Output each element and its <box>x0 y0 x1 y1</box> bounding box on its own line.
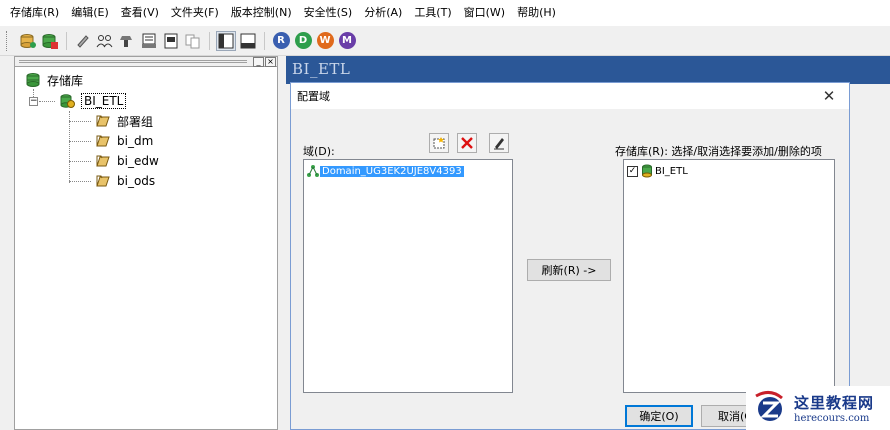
document-title: BI_ETL <box>292 60 351 78</box>
workflow-manager-button[interactable]: W <box>315 31 335 51</box>
watermark: 这里教程网 herecours.com <box>746 386 890 430</box>
tree-folder-bi-edw[interactable]: bi_edw <box>95 152 159 170</box>
connect-repository-icon[interactable] <box>18 31 38 51</box>
lock-icon[interactable] <box>117 31 137 51</box>
users-icon[interactable] <box>95 31 115 51</box>
collapse-repo-icon[interactable]: − <box>29 97 38 106</box>
report-icon[interactable] <box>161 31 181 51</box>
pencil-icon <box>494 138 504 150</box>
new-item-icon <box>433 137 445 149</box>
domain-list[interactable]: Domain_UG3EK2UJE8V4393 <box>303 159 513 393</box>
toolbar-separator <box>209 31 210 50</box>
ok-button[interactable]: 确定(O) <box>625 405 693 427</box>
folder-label: bi_edw <box>117 154 159 168</box>
workflow-monitor-button[interactable]: M <box>337 31 357 51</box>
menu-security[interactable]: 安全性(S) <box>298 0 359 26</box>
folder-label: bi_ods <box>117 174 156 188</box>
repositories-icon <box>26 73 40 87</box>
menu-help[interactable]: 帮助(H) <box>511 0 562 26</box>
remove-domain-button[interactable] <box>457 133 477 153</box>
folder-icon <box>96 135 110 147</box>
repository-list[interactable]: ✓ BI_ETL <box>623 159 835 393</box>
toolbar-grip[interactable] <box>6 31 10 51</box>
repository-manager-button[interactable]: R <box>271 31 291 51</box>
folder-label: bi_dm <box>117 134 154 148</box>
navigator-header: _ × <box>15 57 277 67</box>
list-item[interactable]: ✓ BI_ETL <box>627 163 688 179</box>
domain-node-icon <box>307 165 319 177</box>
delete-icon <box>461 137 473 149</box>
menu-analyze[interactable]: 分析(A) <box>358 0 408 26</box>
d-circle-icon: D <box>294 32 312 49</box>
tree-root-label: 存储库 <box>47 73 84 88</box>
folder-icon <box>96 115 110 127</box>
menu-bar: 存储库(R) 编辑(E) 查看(V) 文件夹(F) 版本控制(N) 安全性(S)… <box>0 0 890 26</box>
toolbar-separator <box>264 31 265 50</box>
workspace: BI_ETL 配置域 ✕ 域(D): Domain_UG3EK2UJE8V439… <box>286 56 890 430</box>
designer-button[interactable]: D <box>293 31 313 51</box>
add-domain-button[interactable] <box>429 133 449 153</box>
close-panel-icon[interactable]: × <box>265 57 276 67</box>
menu-window[interactable]: 窗口(W) <box>458 0 511 26</box>
folder-icon <box>96 175 110 187</box>
edit-domain-button[interactable] <box>489 133 509 153</box>
menu-repository[interactable]: 存储库(R) <box>4 0 65 26</box>
refresh-button[interactable]: 刷新(R) -> <box>527 259 611 281</box>
menu-tools[interactable]: 工具(T) <box>408 0 457 26</box>
menu-version-control[interactable]: 版本控制(N) <box>225 0 298 26</box>
menu-view[interactable]: 查看(V) <box>115 0 165 26</box>
tree-root-repositories[interactable]: 存储库 <box>25 71 83 89</box>
repository-navigator: _ × 存储库 − BI_ETL 部署组 bi_dm bi_edw bi_ods <box>14 56 278 430</box>
tree-folder-bi-dm[interactable]: bi_dm <box>95 132 153 150</box>
menu-folder[interactable]: 文件夹(F) <box>165 0 225 26</box>
tree-repo-bi-etl[interactable]: BI_ETL <box>59 92 127 110</box>
repository-connected-icon <box>60 94 75 108</box>
print-icon[interactable] <box>139 31 159 51</box>
repo-item-label: BI_ETL <box>655 165 688 177</box>
list-item[interactable]: Domain_UG3EK2UJE8V4393 <box>306 163 464 179</box>
domain-label: 域(D): <box>303 145 335 158</box>
w-circle-icon: W <box>316 32 334 49</box>
document-header: BI_ETL <box>286 56 890 84</box>
menu-edit[interactable]: 编辑(E) <box>65 0 115 26</box>
m-circle-icon: M <box>338 32 356 49</box>
domain-item-label: Domain_UG3EK2UJE8V4393 <box>320 165 464 177</box>
toolbar-separator <box>66 31 67 50</box>
toolbar: R D W M <box>0 26 890 56</box>
output-window-icon[interactable] <box>238 31 258 51</box>
watermark-title: 这里教程网 <box>794 394 875 412</box>
dialog-titlebar: 配置域 ✕ <box>291 83 849 109</box>
dialog-title: 配置域 <box>297 90 330 103</box>
r-circle-icon: R <box>272 32 290 49</box>
compare-icon[interactable] <box>183 31 203 51</box>
configure-domain-dialog: 配置域 ✕ 域(D): Domain_UG3EK2UJE8V4393 刷新(R)… <box>290 82 850 430</box>
watermark-logo-icon <box>755 391 783 421</box>
tree-folder-deployment-group[interactable]: 部署组 <box>95 112 153 130</box>
folder-label: 部署组 <box>117 114 154 129</box>
disconnect-repository-icon[interactable] <box>40 31 60 51</box>
panel-splitter[interactable] <box>278 56 286 430</box>
minimize-panel-icon[interactable]: _ <box>253 57 264 67</box>
repo-checkbox[interactable]: ✓ <box>627 165 638 177</box>
watermark-url: herecours.com <box>794 413 870 424</box>
repository-label: 存储库(R): 选择/取消选择要添加/删除的项 <box>615 145 822 158</box>
repository-icon <box>642 164 652 178</box>
edit-icon[interactable] <box>73 31 93 51</box>
folder-icon <box>96 155 110 167</box>
close-icon[interactable]: ✕ <box>819 87 839 105</box>
tree-folder-bi-ods[interactable]: bi_ods <box>95 172 155 190</box>
tree-repo-label: BI_ETL <box>81 93 127 109</box>
navigator-toggle-icon[interactable] <box>216 30 236 51</box>
